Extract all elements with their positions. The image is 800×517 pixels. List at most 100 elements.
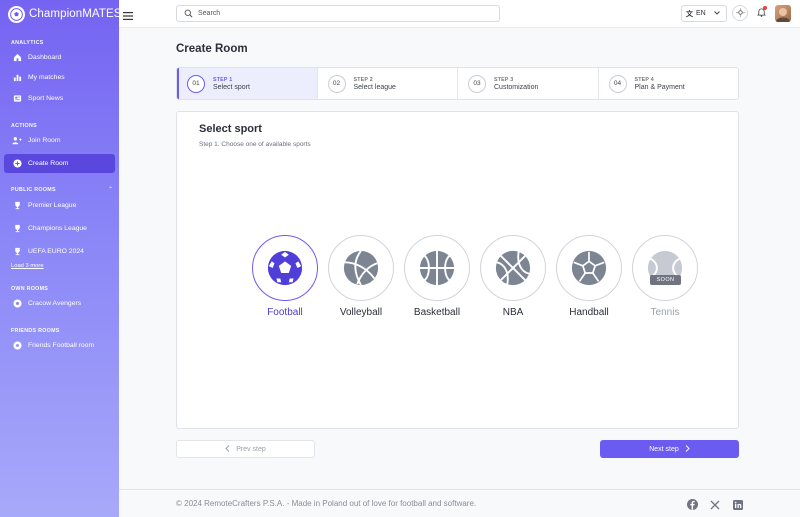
chevron-left-icon	[225, 444, 230, 454]
sport-selection-card: Select sport Step 1. Choose one of avail…	[176, 111, 739, 429]
add-user-icon	[12, 136, 22, 146]
linkedin-icon[interactable]	[732, 499, 743, 510]
sidebar-item-label: Join Room	[28, 137, 61, 144]
menu-icon[interactable]	[123, 8, 133, 20]
step-caption: STEP 2	[353, 76, 373, 83]
plus-circle-icon	[12, 159, 22, 169]
step-number: 03	[468, 74, 486, 93]
prev-step-button[interactable]: Prev step	[176, 440, 315, 458]
step-number: 02	[327, 74, 346, 93]
sidebar-item-my-matches[interactable]: My matches	[4, 68, 115, 87]
theme-toggle-button[interactable]	[732, 5, 748, 21]
soon-badge: SOON	[650, 275, 681, 285]
section-friends-rooms: FRIENDS ROOMS	[11, 328, 60, 334]
sidebar-item-cracow-avengers[interactable]: Cracow Avengers	[4, 294, 115, 313]
sidebar-item-dashboard[interactable]: Dashboard	[4, 48, 115, 67]
step-1[interactable]: 01 STEP 1 Select sport	[177, 68, 318, 99]
sport-label: NBA	[502, 307, 524, 318]
sidebar-item-uefa-euro-2024[interactable]: UEFA EURO 2024	[4, 242, 115, 261]
stepper: 01 STEP 1 Select sport 02 STEP 2 Select le…	[176, 67, 739, 100]
step-caption: STEP 4	[634, 76, 654, 83]
sidebar-item-label: Sport News	[28, 95, 64, 102]
step-number: 04	[608, 74, 627, 93]
notifications-button[interactable]	[753, 5, 769, 21]
step-label: Customization	[494, 83, 539, 91]
home-icon	[12, 53, 22, 63]
avatar[interactable]	[775, 5, 791, 22]
sport-option-football[interactable]: Football	[252, 235, 318, 318]
sidebar-item-label: Champions League	[28, 225, 87, 232]
trophy-icon	[12, 247, 22, 257]
sport-option-nba[interactable]: NBA	[480, 235, 546, 318]
language-select[interactable]: 文 EN	[681, 5, 727, 22]
chevron-down-icon	[713, 10, 720, 17]
sidebar-item-label: UEFA EURO 2024	[28, 248, 84, 255]
step-label: Select league	[353, 83, 396, 91]
football-icon	[252, 235, 318, 301]
step-4[interactable]: 04 STEP 4 Plan & Payment	[599, 68, 739, 99]
page-title: Create Room	[176, 43, 248, 55]
load-more-link[interactable]: Load 3 more	[11, 263, 44, 269]
sidebar-item-friends-football-room[interactable]: Friends Football room	[4, 336, 115, 355]
tennis-icon: SOON	[632, 235, 698, 301]
step-number: 01	[187, 74, 205, 93]
sidebar-item-create-room[interactable]: Create Room	[4, 154, 115, 173]
handball-icon	[556, 235, 622, 301]
sport-option-volleyball[interactable]: Volleyball	[328, 235, 394, 318]
sidebar-item-sport-news[interactable]: Sport News	[4, 89, 115, 108]
step-label: Plan & Payment	[634, 83, 685, 91]
sidebar-item-champions-league[interactable]: Champions League	[4, 219, 115, 238]
x-twitter-icon[interactable]	[709, 499, 720, 510]
sport-option-basketball[interactable]: Basketball	[404, 235, 470, 318]
search-icon	[184, 9, 193, 18]
app-name: ChampionMATES	[29, 8, 122, 20]
chevron-up-icon[interactable]: ⌃	[108, 186, 113, 193]
volleyball-icon	[328, 235, 394, 301]
sidebar-item-label: Premier League	[28, 202, 77, 209]
footer-copyright: © 2024 RemoteCrafters P.S.A. - Made in P…	[176, 499, 477, 508]
translate-icon: 文	[686, 10, 693, 18]
basketball-icon	[404, 235, 470, 301]
sport-label: Football	[267, 307, 303, 318]
step-caption: STEP 3	[494, 76, 514, 83]
sidebar-item-label: Friends Football room	[28, 342, 95, 349]
step-caption: STEP 1	[213, 76, 233, 83]
sport-option-handball[interactable]: Handball	[556, 235, 622, 318]
step-label: Select sport	[213, 83, 250, 91]
sport-label: Basketball	[413, 307, 461, 318]
search-input[interactable]: Search	[176, 5, 500, 22]
football-icon	[12, 341, 22, 351]
sidebar: ChampionMATES ANALYTICS Dashboard My mat…	[0, 0, 121, 517]
section-own-rooms: OWN ROOMS	[11, 286, 49, 292]
facebook-icon[interactable]	[687, 499, 698, 510]
news-icon	[12, 94, 22, 104]
card-title: Select sport	[199, 123, 262, 135]
chart-icon	[12, 73, 22, 83]
notification-dot	[763, 6, 767, 10]
card-subtitle: Step 1. Choose one of available sports	[199, 141, 311, 148]
search-placeholder: Search	[198, 10, 221, 17]
chevron-right-icon	[685, 444, 690, 454]
next-step-label: Next step	[649, 445, 679, 453]
trophy-icon	[12, 201, 22, 211]
prev-step-label: Prev step	[236, 445, 266, 453]
language-value: EN	[696, 10, 706, 17]
trophy-icon	[12, 224, 22, 234]
sidebar-item-join-room[interactable]: Join Room	[4, 131, 115, 150]
sidebar-item-label: Create Room	[28, 160, 69, 167]
sport-label: Volleyball	[339, 307, 383, 318]
step-2[interactable]: 02 STEP 2 Select league	[318, 68, 458, 99]
next-step-button[interactable]: Next step	[600, 440, 739, 458]
footer: © 2024 RemoteCrafters P.S.A. - Made in P…	[119, 489, 800, 517]
sport-label: Handball	[569, 307, 609, 318]
sidebar-item-label: Dashboard	[28, 54, 62, 61]
app-logo[interactable]: ChampionMATES	[8, 5, 121, 23]
sport-label: Tennis	[650, 307, 680, 318]
basketball-icon	[480, 235, 546, 301]
step-3[interactable]: 03 STEP 3 Customization	[458, 68, 599, 99]
top-header: Search 文 EN	[119, 0, 800, 28]
sidebar-item-label: Cracow Avengers	[28, 300, 82, 307]
football-icon	[12, 299, 22, 309]
sidebar-item-premier-league[interactable]: Premier League	[4, 196, 115, 215]
section-public-rooms: PUBLIC ROOMS	[11, 187, 56, 193]
